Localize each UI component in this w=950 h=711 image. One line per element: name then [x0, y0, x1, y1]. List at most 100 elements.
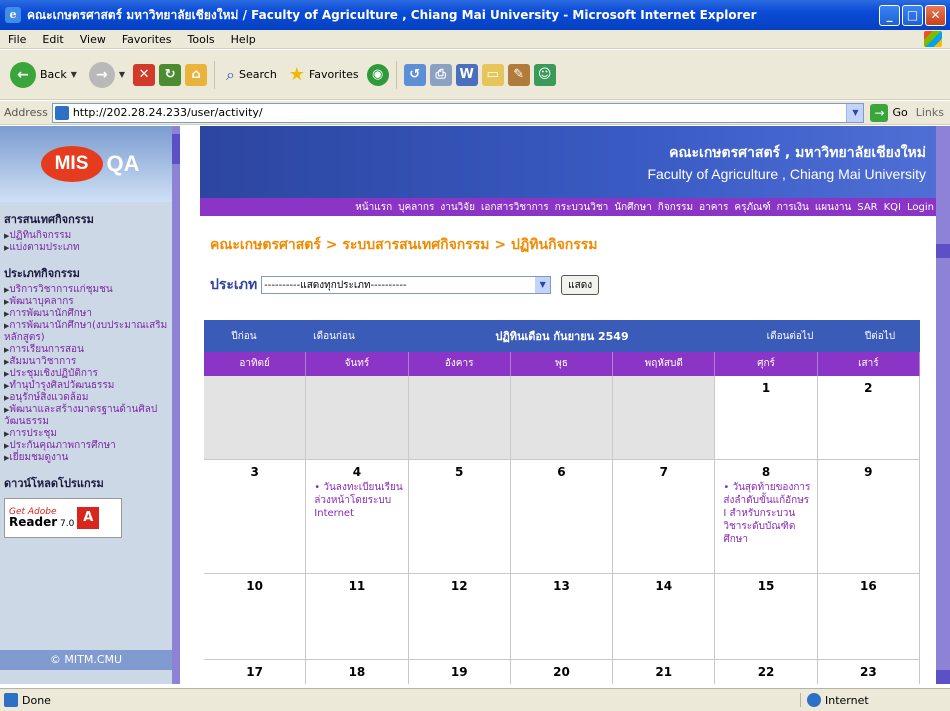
- nav-link[interactable]: การเงิน: [777, 200, 809, 215]
- calendar-day[interactable]: 11: [306, 574, 409, 660]
- calendar-day[interactable]: 10: [204, 574, 307, 660]
- nav-link-kqi[interactable]: KQI: [884, 202, 901, 213]
- sidebar-link-by-type[interactable]: แบ่งตามประเภท: [4, 242, 172, 254]
- calendar-day[interactable]: 19: [409, 660, 511, 684]
- address-input[interactable]: http://202.28.24.233/user/activity/ ▼: [51, 102, 865, 123]
- media-icon[interactable]: ◉: [366, 63, 389, 86]
- next-year-link[interactable]: ปีต่อไป: [840, 329, 920, 344]
- calendar-event-link[interactable]: • วันสุดท้ายของการส่งลำดับขั้นแก้อักษร I…: [715, 481, 816, 546]
- nav-link[interactable]: นักศึกษา: [614, 200, 652, 215]
- stop-icon[interactable]: ✕: [133, 63, 156, 86]
- print-icon[interactable]: ⎙: [429, 63, 452, 86]
- calendar-day[interactable]: 22: [715, 660, 818, 684]
- scroll-up-button[interactable]: [936, 244, 950, 258]
- folder-icon[interactable]: ▭: [481, 63, 504, 86]
- calendar-day[interactable]: 3: [204, 460, 307, 574]
- nav-link[interactable]: เอกสารวิชาการ: [481, 200, 549, 215]
- nav-link[interactable]: กิจกรรม: [658, 200, 693, 215]
- sidebar-link-type[interactable]: พัฒนาและสร้างมาตรฐานด้านศิลปวัฒนธรรม: [4, 404, 172, 428]
- nav-link[interactable]: อาคาร: [699, 200, 728, 215]
- calendar-day[interactable]: 1: [715, 376, 818, 460]
- calendar-day[interactable]: 9: [817, 460, 920, 574]
- dropdown-arrow-icon: ▼: [118, 70, 126, 79]
- calendar-day[interactable]: 5: [408, 460, 511, 574]
- sidebar-link-type[interactable]: ทำนุบำรุงศิลปวัฒนธรรม: [4, 380, 172, 392]
- go-button[interactable]: → Go: [870, 103, 908, 122]
- menu-view[interactable]: View: [72, 33, 114, 46]
- type-select[interactable]: ----------แสดงทุกประเภท---------- ▼: [261, 276, 552, 294]
- sidebar-link-type[interactable]: ประกันคุณภาพการศึกษา: [4, 440, 172, 452]
- sidebar-link-type[interactable]: เยี่ยมชมดูงาน: [4, 452, 172, 464]
- sidebar-link-calendar[interactable]: ปฏิทินกิจกรรม: [4, 230, 172, 242]
- calendar-day[interactable]: 23: [818, 660, 920, 684]
- home-icon[interactable]: ⌂: [185, 63, 208, 86]
- section-title-downloads: ดาวน์โหลดโปรแกรม: [4, 477, 104, 490]
- sidebar-link-type[interactable]: บริการวิชาการแก่ชุมชน: [4, 284, 172, 296]
- section-title-types: ประเภทกิจกรรม: [4, 267, 80, 280]
- show-button[interactable]: แสดง: [561, 275, 600, 295]
- sidebar-link-type[interactable]: พัฒนาบุคลากร: [4, 296, 172, 308]
- nav-link-login[interactable]: Login: [907, 202, 934, 213]
- search-button[interactable]: ⌕ Search: [222, 59, 281, 91]
- calendar-day[interactable]: 6: [510, 460, 614, 574]
- menu-edit[interactable]: Edit: [34, 33, 71, 46]
- favorites-button[interactable]: ★ Favorites: [285, 59, 363, 91]
- calendar-day[interactable]: 16: [817, 574, 920, 660]
- history-icon[interactable]: ↺: [403, 63, 426, 86]
- nav-link-home[interactable]: หน้าแรก: [355, 200, 392, 215]
- nav-link[interactable]: งานวิจัย: [440, 200, 475, 215]
- sidebar-link-type[interactable]: การพัฒนานักศึกษา(งบประมาณเสริมหลักสูตร): [4, 320, 172, 344]
- calendar-day[interactable]: 8 • วันสุดท้ายของการส่งลำดับขั้นแก้อักษร…: [715, 460, 818, 574]
- main-scrollbar[interactable]: [936, 126, 950, 684]
- menu-help[interactable]: Help: [223, 33, 264, 46]
- menu-favorites[interactable]: Favorites: [114, 33, 180, 46]
- sidebar-link-type[interactable]: สัมมนาวิชาการ: [4, 356, 172, 368]
- sidebar-scrollbar[interactable]: [172, 126, 180, 684]
- sidebar-link-type[interactable]: ประชุมเชิงปฏิบัติการ: [4, 368, 172, 380]
- calendar-day[interactable]: 18: [306, 660, 409, 684]
- nav-link[interactable]: บุคลากร: [398, 200, 434, 215]
- forward-button[interactable]: → ▼: [85, 59, 129, 91]
- links-button[interactable]: Links: [916, 106, 944, 119]
- calendar-day[interactable]: 13: [510, 574, 614, 660]
- nav-link-sar[interactable]: SAR: [857, 202, 877, 213]
- calendar-day[interactable]: 7: [613, 460, 716, 574]
- calendar-day[interactable]: 15: [715, 574, 818, 660]
- sidebar-link-type[interactable]: การพัฒนานักศึกษา: [4, 308, 172, 320]
- next-month-link[interactable]: เดือนต่อไป: [740, 329, 840, 344]
- menu-file[interactable]: File: [0, 33, 34, 46]
- sidebar-link-type[interactable]: การประชุม: [4, 428, 172, 440]
- calendar-day[interactable]: 21: [613, 660, 716, 684]
- nav-link[interactable]: กระบวนวิชา: [555, 200, 609, 215]
- scroll-thumb[interactable]: [172, 134, 180, 164]
- calendar-event-link[interactable]: • วันลงทะเบียนเรียนล่วงหน้าโดยระบบ Inter…: [306, 481, 407, 520]
- calendar-day[interactable]: 2: [817, 376, 920, 460]
- calendar-day[interactable]: 14: [613, 574, 716, 660]
- menu-tools[interactable]: Tools: [180, 33, 223, 46]
- minimize-button[interactable]: _: [879, 4, 900, 26]
- adobe-reader-badge[interactable]: Get Adobe Reader 7.0 A: [4, 498, 122, 538]
- address-dropdown-icon[interactable]: ▼: [846, 103, 864, 122]
- prev-month-link[interactable]: เดือนก่อน: [284, 329, 384, 344]
- calendar-day[interactable]: 20: [511, 660, 614, 684]
- sidebar-link-type[interactable]: การเรียนการสอน: [4, 344, 172, 356]
- word-icon[interactable]: W: [455, 63, 478, 86]
- refresh-icon[interactable]: ↻: [159, 63, 182, 86]
- back-button[interactable]: ← Back ▼: [6, 59, 81, 91]
- scroll-down-button[interactable]: [936, 670, 950, 684]
- calendar-day[interactable]: 17: [204, 660, 307, 684]
- prev-year-link[interactable]: ปีก่อน: [204, 329, 284, 344]
- research-icon[interactable]: ✎: [507, 63, 530, 86]
- close-button[interactable]: ✕: [925, 4, 946, 26]
- calendar-day[interactable]: 12: [408, 574, 511, 660]
- sidebar-link-type[interactable]: อนุรักษ์สิ่งแวดล้อม: [4, 392, 172, 404]
- day-number: 19: [450, 665, 468, 679]
- messenger-icon[interactable]: ☺: [533, 63, 556, 86]
- type-select-value: ----------แสดงทุกประเภท----------: [264, 279, 407, 291]
- top-nav: หน้าแรก บุคลากร งานวิจัย เอกสารวิชาการ ก…: [200, 198, 936, 216]
- nav-link[interactable]: ครุภัณฑ์: [734, 200, 770, 215]
- search-icon: ⌕: [226, 64, 235, 84]
- maximize-button[interactable]: □: [902, 4, 923, 26]
- calendar-day[interactable]: 4 • วันลงทะเบียนเรียนล่วงหน้าโดยระบบ Int…: [306, 460, 409, 574]
- nav-link[interactable]: แผนงาน: [815, 200, 851, 215]
